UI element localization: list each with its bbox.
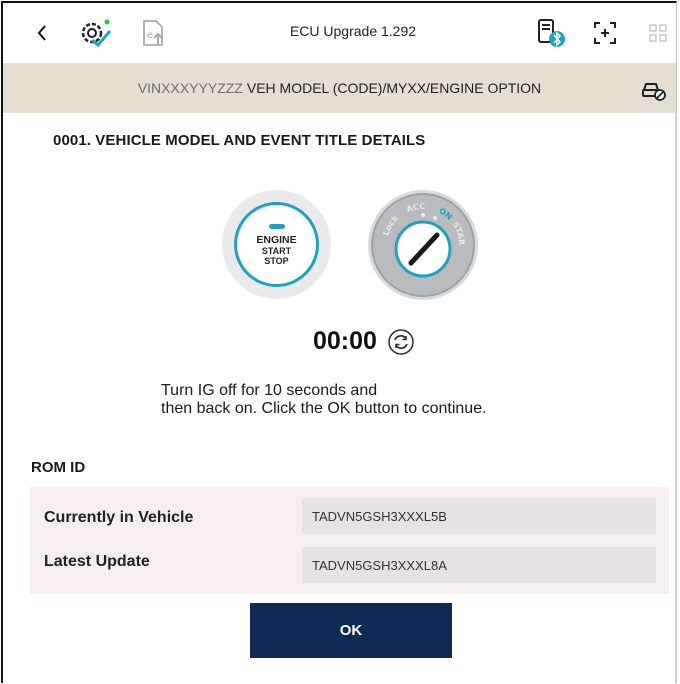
latest-update-label: Latest Update [44,553,150,570]
engine-button-face: ENGINE START STOP [234,202,319,287]
event-title: 0001. VEHICLE MODEL AND EVENT TITLE DETA… [53,132,426,149]
engine-indicator [268,223,285,229]
rom-id-panel: Currently in Vehicle TADVN5GSH3XXXL5B La… [30,487,669,594]
engine-start-stop-graphic: ENGINE START STOP [222,190,331,299]
current-rom-label: Currently in Vehicle [44,509,194,526]
countdown-timer: 00:00 [313,327,377,355]
app-title: ECU Upgrade 1.292 [289,23,417,39]
gear-check-icon[interactable] [77,17,117,49]
instruction-line-1: Turn IG off for 10 seconds and [161,382,378,399]
current-rom-value: TADVN5GSH3XXXL5B [302,498,656,534]
screenshot-icon[interactable] [591,17,619,49]
vehicle-info-bar: VINXXXYYYZZZ VEH MODEL (CODE)/MYXX/ENGIN… [3,63,676,113]
latest-update-value: TADVN5GSH3XXXL8A [302,547,656,583]
back-icon[interactable] [31,17,53,49]
timer-row: 00:00 [313,327,415,356]
engine-label: ENGINE [256,233,297,246]
vehicle-details-text: VEH MODEL (CODE)/MYXX/ENGINE OPTION [246,80,542,96]
bluetooth-device-icon[interactable] [533,17,567,49]
ignition-key-graphic: Lock ACC ON START [364,182,479,301]
app-window: e ECU Upgrade 1.292 VINXXXYYYZZZ VEH MOD… [1,1,677,683]
toolbar: e ECU Upgrade 1.292 [3,3,676,63]
instruction-text: Turn IG off for 10 seconds and then back… [161,382,487,418]
vehicle-check-icon[interactable] [640,76,666,102]
grid-icon[interactable] [647,17,669,49]
refresh-icon[interactable] [387,328,415,356]
upload-icon[interactable]: e [137,17,169,49]
start-label: START [261,245,292,256]
instruction-line-2: then back on. Click the OK button to con… [161,400,487,417]
ok-button[interactable]: OK [250,603,452,658]
rom-id-heading: ROM ID [31,459,86,476]
stop-label: STOP [264,255,289,266]
vin-text: VINXXXYYYZZZ [137,80,243,96]
scroll-edge [675,113,676,683]
svg-text:e: e [147,30,153,41]
